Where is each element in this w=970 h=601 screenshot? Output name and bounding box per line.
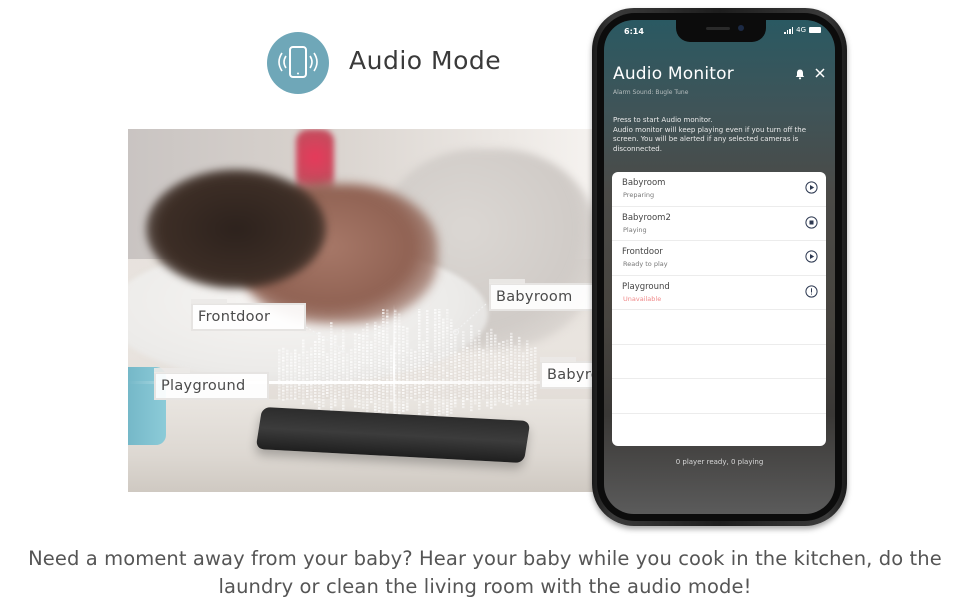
bell-icon[interactable] (794, 68, 806, 80)
signal-icon (784, 27, 793, 34)
alarm-sound-label: Alarm Sound: Bugle Tune (613, 89, 688, 96)
camera-label-babyroom2: Babyroom2 (540, 361, 598, 389)
play-icon[interactable] (805, 250, 818, 263)
empty-row (612, 379, 826, 414)
camera-name: Babyroom (622, 178, 665, 188)
status-time: 6:14 (624, 27, 644, 36)
camera-row-babyroom2[interactable]: Babyroom2 Playing (612, 207, 826, 242)
audio-monitor-description: Press to start Audio monitor. Audio moni… (613, 116, 829, 154)
empty-row (612, 345, 826, 380)
app-title: Audio Monitor (613, 64, 734, 84)
camera-list: Babyroom Preparing Babyroom2 Playing Fro… (612, 172, 826, 446)
description-line-1: Press to start Audio monitor. (613, 116, 829, 126)
stop-icon[interactable] (805, 216, 818, 229)
phone-sound-waves-icon (267, 32, 329, 94)
network-type: 4G (796, 26, 806, 34)
camera-row-frontdoor[interactable]: Frontdoor Ready to play (612, 241, 826, 276)
alert-icon[interactable] (805, 285, 818, 298)
camera-label-babyroom: Babyroom (489, 283, 598, 311)
camera-label-playground: Playground (154, 372, 269, 400)
camera-status: Preparing (623, 191, 654, 199)
empty-row (612, 414, 826, 447)
camera-status: Ready to play (623, 260, 668, 268)
phone-notch (676, 20, 766, 42)
camera-status: Playing (623, 226, 647, 234)
phone-mockup: 6:14 4G Audio Monitor Alarm Sound: Bugle… (592, 8, 847, 526)
camera-name: Playground (622, 282, 670, 292)
notch-speaker (706, 27, 730, 30)
empty-row (612, 310, 826, 345)
close-icon[interactable] (814, 67, 826, 79)
description-line-2: Audio monitor will keep playing even if … (613, 126, 829, 155)
camera-name: Babyroom2 (622, 213, 671, 223)
play-icon[interactable] (805, 181, 818, 194)
phone-screen: 6:14 4G Audio Monitor Alarm Sound: Bugle… (604, 20, 835, 514)
camera-row-babyroom[interactable]: Babyroom Preparing (612, 172, 826, 207)
camera-row-playground[interactable]: Playground Unavailable (612, 276, 826, 311)
camera-name: Frontdoor (622, 247, 663, 257)
notch-camera (738, 25, 744, 31)
camera-label-frontdoor: Frontdoor (191, 303, 306, 331)
hero-photo: Frontdoor Babyroom Playground Babyroom2 (128, 129, 598, 492)
tagline: Need a moment away from your baby? Hear … (0, 545, 970, 601)
battery-icon (809, 27, 821, 33)
audio-mode-icon (267, 32, 329, 94)
player-status-summary: 0 player ready, 0 playing (604, 458, 835, 466)
status-indicators: 4G (784, 26, 821, 34)
camera-status-unavailable: Unavailable (623, 295, 661, 303)
page-title: Audio Mode (349, 46, 501, 75)
